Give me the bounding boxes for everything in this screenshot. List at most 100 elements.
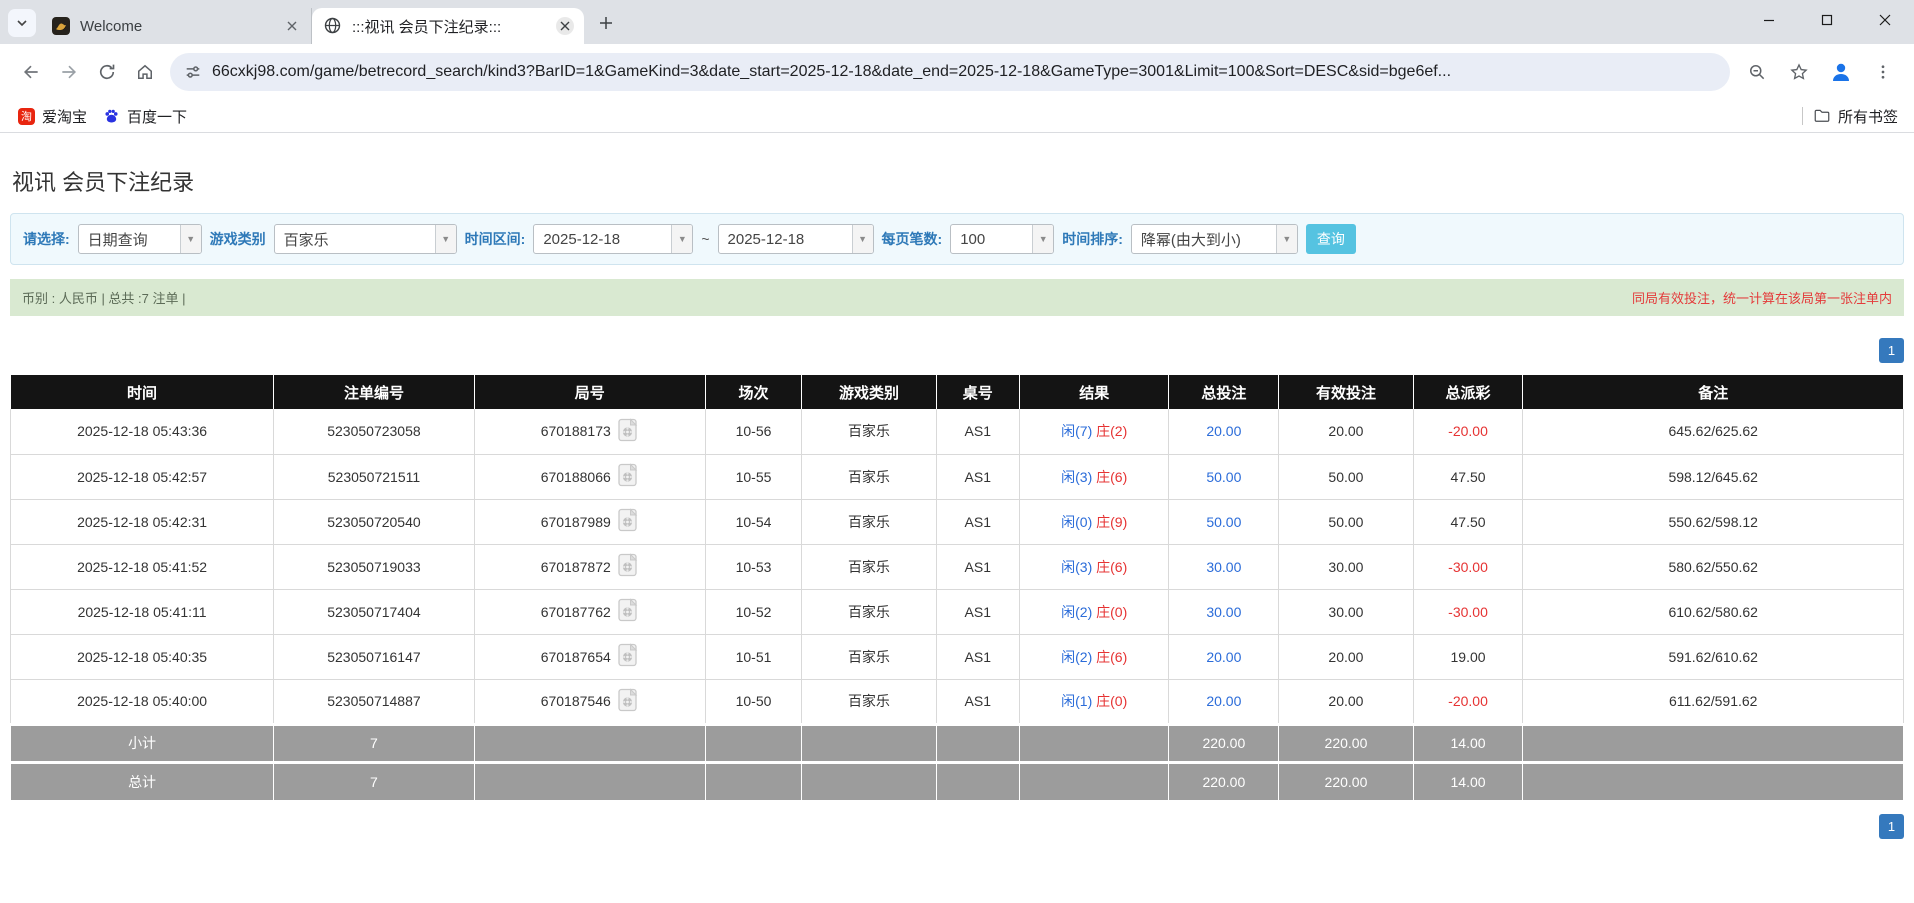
tab-list-chevron-button[interactable] (8, 9, 36, 37)
all-bookmarks-label: 所有书签 (1838, 106, 1898, 127)
close-button[interactable] (1856, 0, 1914, 40)
zoom-out-indicator-icon[interactable] (1738, 53, 1776, 91)
cell-total-bet: 20.00 (1169, 679, 1279, 724)
cell-table-number: AS1 (936, 499, 1019, 544)
browser-menu-icon[interactable] (1864, 53, 1902, 91)
chevron-down-icon[interactable]: ▼ (180, 225, 201, 253)
tab-welcome[interactable]: Welcome (40, 8, 312, 44)
profile-avatar[interactable] (1822, 53, 1860, 91)
cell-total-bet: 30.00 (1169, 544, 1279, 589)
cell-round-number: 670187989 (541, 514, 611, 530)
page-1-button[interactable]: 1 (1879, 814, 1904, 839)
tab-close-icon[interactable] (283, 17, 301, 35)
back-button[interactable] (12, 53, 50, 91)
cell-table-number: AS1 (936, 454, 1019, 499)
cell-payout: -30.00 (1413, 589, 1523, 634)
site-settings-icon[interactable] (184, 63, 202, 81)
cell-table-number: AS1 (936, 589, 1019, 634)
browser-window: Welcome :::视讯 会员下注纪录::: (0, 0, 1914, 133)
per-page-label: 每页笔数: (882, 229, 943, 249)
tab-betrecord-active[interactable]: :::视讯 会员下注纪录::: (312, 8, 584, 44)
result-banker: 庄(6) (1096, 559, 1127, 575)
video-record-icon[interactable] (617, 598, 639, 625)
cell-time: 2025-12-18 05:42:31 (11, 499, 274, 544)
video-record-icon[interactable] (617, 418, 639, 445)
reload-button[interactable] (88, 53, 126, 91)
page-1-button[interactable]: 1 (1879, 338, 1904, 363)
cell-bet-id: 523050719033 (274, 544, 475, 589)
cell-round-number: 670187762 (541, 604, 611, 620)
date-start-select[interactable]: 2025-12-18 ▼ (533, 224, 693, 254)
new-tab-button[interactable] (592, 9, 620, 37)
cell-session: 10-50 (705, 679, 802, 724)
chevron-down-icon[interactable]: ▼ (1276, 225, 1297, 253)
cell-valid-bet: 50.00 (1279, 499, 1413, 544)
bookmark-label: 爱淘宝 (42, 106, 87, 127)
total-label: 总计 (11, 762, 274, 800)
query-type-select[interactable]: 日期查询 ▼ (78, 224, 202, 254)
date-end-select[interactable]: 2025-12-18 ▼ (718, 224, 874, 254)
result-player: 闲(7) (1061, 423, 1092, 439)
chevron-down-icon[interactable]: ▼ (671, 225, 692, 253)
all-bookmarks-button[interactable]: 所有书签 (1813, 106, 1904, 127)
page-content: 视讯 会员下注纪录 请选择: 日期查询 ▼ 游戏类别 百家乐 ▼ 时间区间: 2… (0, 133, 1914, 839)
valid-bet-note-text: 同局有效投注，统一计算在该局第一张注单内 (1632, 288, 1892, 307)
bet-record-row: 2025-12-18 05:41:52523050719033670187872… (11, 544, 1904, 589)
tab-close-icon[interactable] (556, 17, 574, 35)
pagination-top: 1 (10, 338, 1904, 363)
per-page-value: 100 (951, 225, 1032, 253)
video-record-icon[interactable] (617, 463, 639, 490)
tab-title: :::视讯 会员下注纪录::: (352, 16, 556, 37)
cell-result: 闲(0) 庄(9) (1019, 499, 1169, 544)
subtotal-label: 小计 (11, 724, 274, 762)
per-page-select[interactable]: 100 ▼ (950, 224, 1054, 254)
chevron-down-icon[interactable]: ▼ (435, 225, 456, 253)
sort-value: 降幂(由大到小) (1132, 225, 1276, 253)
minimize-button[interactable] (1740, 0, 1798, 40)
bookmark-aitaobao[interactable]: 淘 爱淘宝 (10, 103, 95, 130)
subtotal-count: 7 (274, 724, 475, 762)
bookmark-baidu[interactable]: 百度一下 (95, 103, 195, 130)
chevron-down-icon[interactable]: ▼ (852, 225, 873, 253)
toolbar-right (1738, 53, 1902, 91)
chevron-down-icon[interactable]: ▼ (1032, 225, 1053, 253)
cell-round: 670187762 (474, 589, 705, 634)
game-type-select[interactable]: 百家乐 ▼ (274, 224, 457, 254)
video-record-icon[interactable] (617, 688, 639, 715)
cell-session: 10-52 (705, 589, 802, 634)
bet-record-row: 2025-12-18 05:42:57523050721511670188066… (11, 454, 1904, 499)
welcome-favicon-icon (52, 17, 70, 35)
cell-game-type: 百家乐 (802, 409, 936, 454)
result-banker: 庄(0) (1096, 693, 1127, 709)
home-button[interactable] (126, 53, 164, 91)
search-button[interactable]: 查询 (1306, 224, 1356, 254)
game-type-value: 百家乐 (275, 225, 435, 253)
cell-valid-bet: 20.00 (1279, 679, 1413, 724)
url-text[interactable]: 66cxkj98.com/game/betrecord_search/kind3… (212, 63, 1716, 81)
video-record-icon[interactable] (617, 643, 639, 670)
url-bar[interactable]: 66cxkj98.com/game/betrecord_search/kind3… (170, 53, 1730, 91)
result-banker: 庄(2) (1096, 423, 1127, 439)
cell-note: 645.62/625.62 (1523, 409, 1904, 454)
column-header: 游戏类别 (802, 375, 936, 409)
bookmark-star-icon[interactable] (1780, 53, 1818, 91)
cell-result: 闲(2) 庄(6) (1019, 634, 1169, 679)
date-end-value: 2025-12-18 (719, 225, 852, 253)
cell-total-bet: 20.00 (1169, 409, 1279, 454)
total-count: 7 (274, 762, 475, 800)
select-type-label: 请选择: (23, 229, 70, 249)
sort-select[interactable]: 降幂(由大到小) ▼ (1131, 224, 1298, 254)
cell-bet-id: 523050721511 (274, 454, 475, 499)
video-record-icon[interactable] (617, 508, 639, 535)
cell-valid-bet: 30.00 (1279, 589, 1413, 634)
cell-bet-id: 523050723058 (274, 409, 475, 454)
video-record-icon[interactable] (617, 553, 639, 580)
cell-note: 550.62/598.12 (1523, 499, 1904, 544)
cell-round-number: 670188173 (541, 423, 611, 439)
cell-payout: 47.50 (1413, 454, 1523, 499)
maximize-button[interactable] (1798, 0, 1856, 40)
cell-round: 670188173 (474, 409, 705, 454)
cell-note: 611.62/591.62 (1523, 679, 1904, 724)
forward-button[interactable] (50, 53, 88, 91)
cell-payout: 19.00 (1413, 634, 1523, 679)
